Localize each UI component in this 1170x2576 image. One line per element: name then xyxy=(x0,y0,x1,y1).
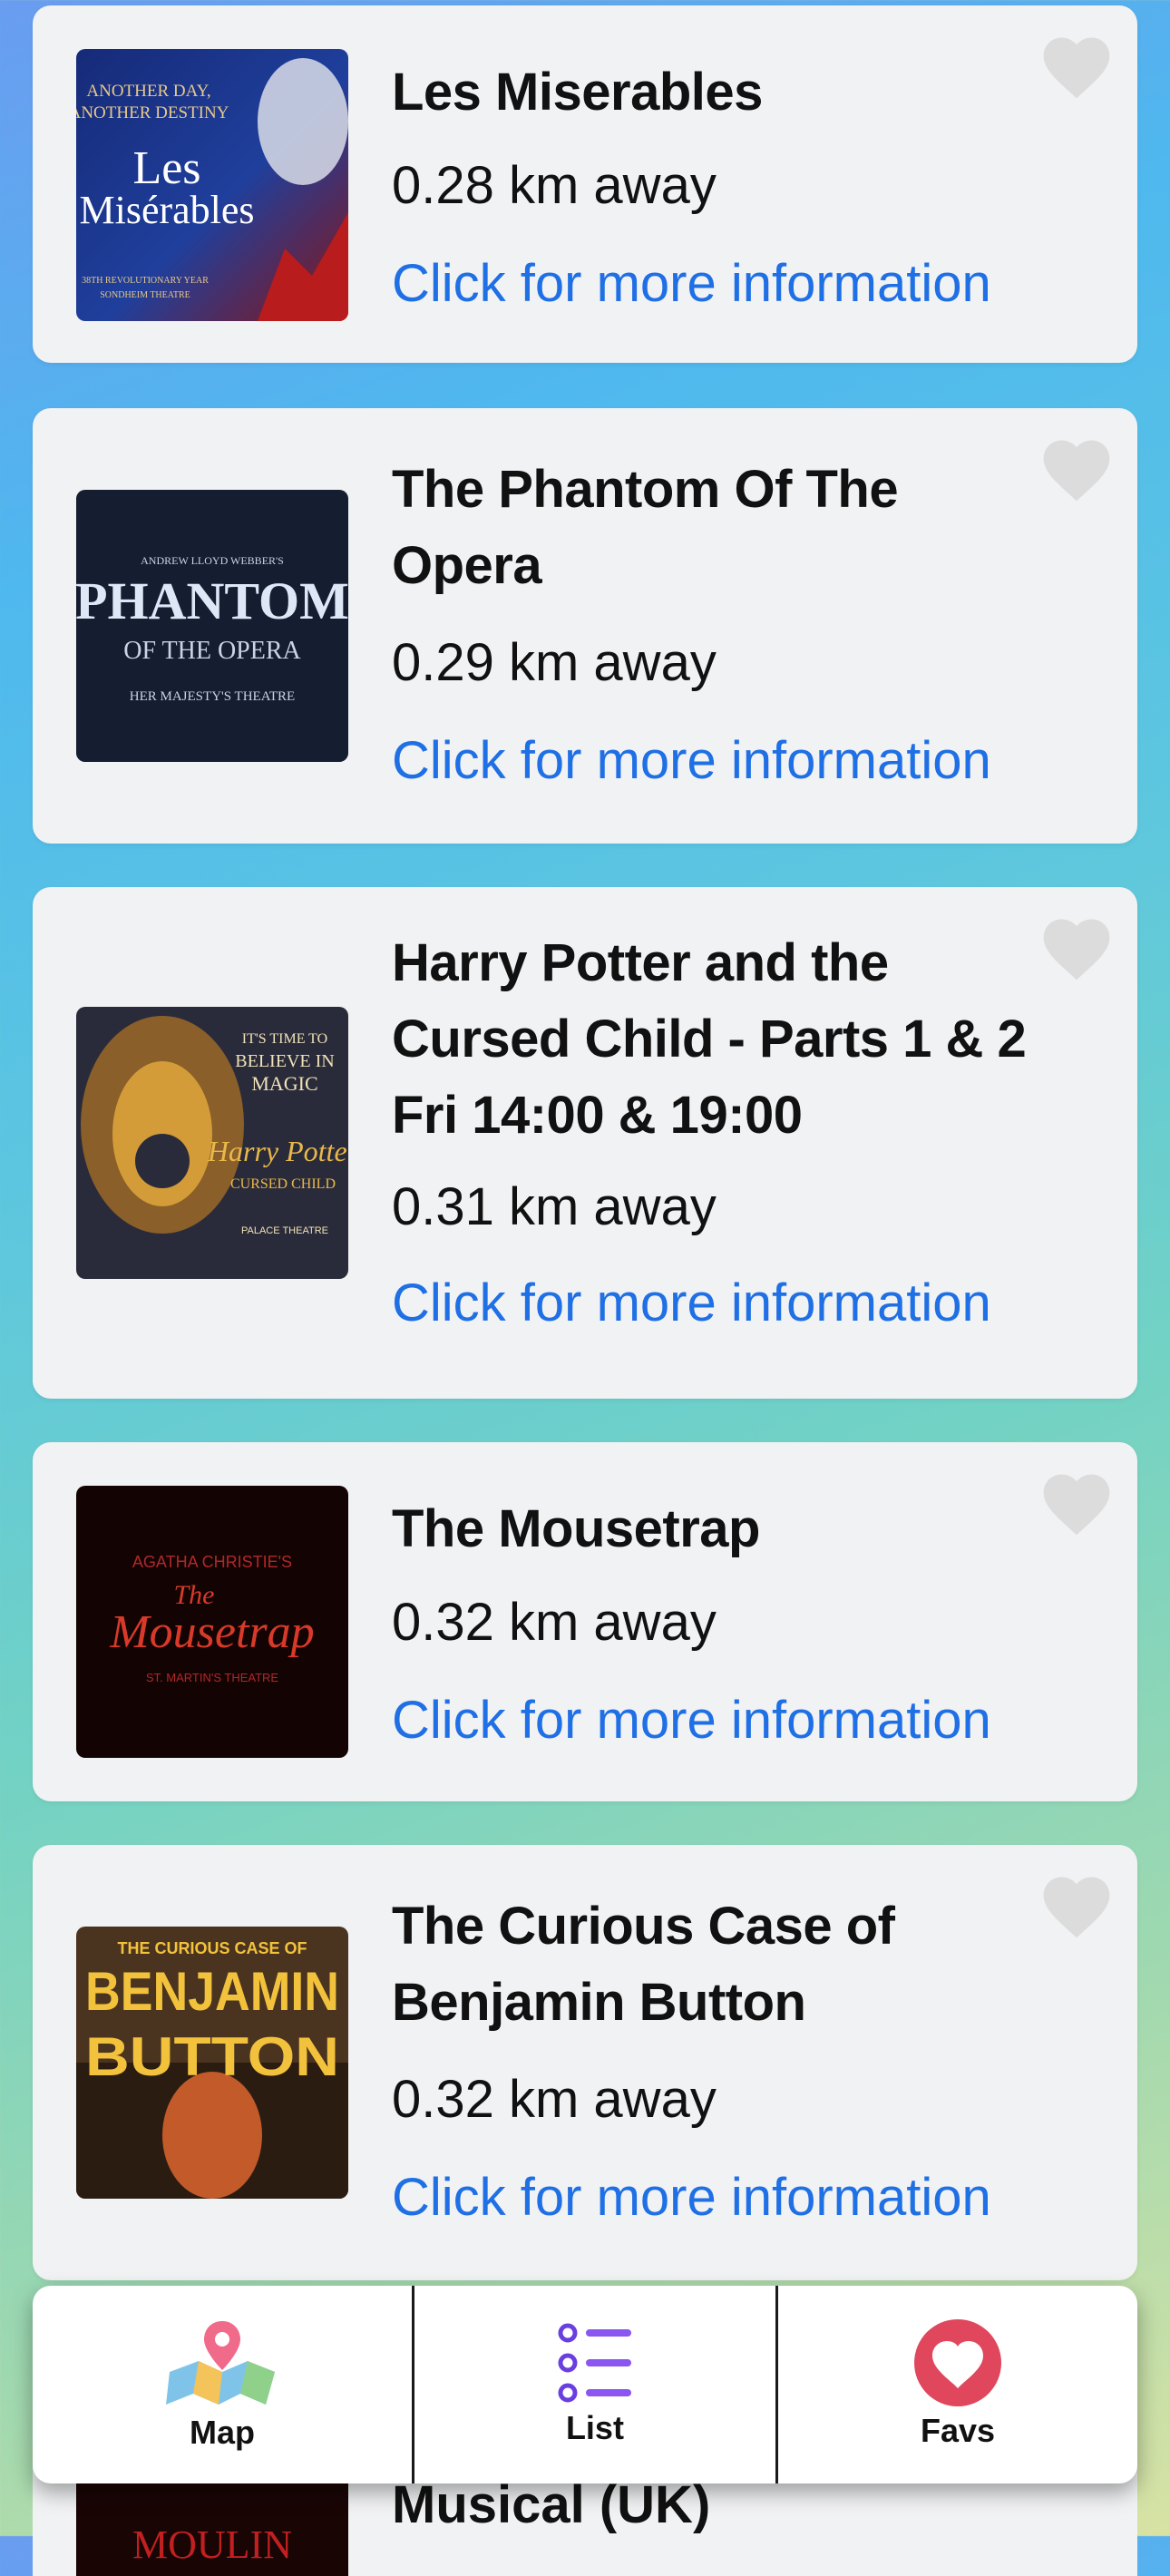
poster-text: OF THE OPERA xyxy=(123,637,301,665)
tab-favs-label: Favs xyxy=(920,2412,996,2449)
poster-text: 38TH REVOLUTIONARY YEAR xyxy=(82,276,209,286)
tab-map[interactable]: Map xyxy=(33,2286,412,2483)
poster-text: HER MAJESTY'S THEATRE xyxy=(130,689,295,704)
poster-text: CURSED CHILD xyxy=(230,1176,336,1192)
poster-text: ANOTHER DAY, xyxy=(86,82,210,101)
more-info-link[interactable]: Click for more information xyxy=(392,1689,991,1752)
show-poster: ANDREW LLOYD WEBBER'S PHANTOM OF THE OPE… xyxy=(76,490,348,762)
poster-text: AGATHA CHRISTIE'S xyxy=(132,1553,292,1571)
show-distance: 0.32 km away xyxy=(392,1593,717,1652)
favs-heart-icon xyxy=(913,2319,1001,2406)
show-distance: 0.32 km away xyxy=(392,2070,717,2129)
tab-list-label: List xyxy=(565,2409,624,2446)
favorite-heart-icon[interactable] xyxy=(1036,1869,1117,1941)
poster-text: Les xyxy=(132,142,200,194)
show-distance: 0.31 km away xyxy=(392,1177,717,1236)
list-icon xyxy=(558,2323,631,2403)
show-card: IT'S TIME TO BELIEVE IN MAGIC Harry Pott… xyxy=(33,887,1137,1399)
show-distance: 0.28 km away xyxy=(392,156,717,215)
show-poster: ANOTHER DAY, ANOTHER DESTINY Les Misérab… xyxy=(76,49,348,321)
show-title: Les Miserables xyxy=(392,63,763,122)
poster-text: Mousetrap xyxy=(109,1606,314,1658)
tab-list[interactable]: List xyxy=(411,2286,775,2483)
show-card: THE CURIOUS CASE OF BENJAMIN BUTTON The … xyxy=(33,1845,1137,2280)
bottom-tab-bar: Map List Favs xyxy=(33,2286,1137,2483)
poster-text: MAGIC xyxy=(251,1072,317,1095)
favorite-heart-icon[interactable] xyxy=(1036,432,1117,504)
poster-text: BUTTON xyxy=(85,2026,339,2087)
poster-text: ANOTHER DESTINY xyxy=(76,103,229,122)
show-card: ANDREW LLOYD WEBBER'S PHANTOM OF THE OPE… xyxy=(33,408,1137,844)
poster-text: THE CURIOUS CASE OF xyxy=(117,1939,307,1957)
show-poster: MOULIN xyxy=(76,2476,348,2576)
poster-text: ANDREW LLOYD WEBBER'S xyxy=(141,554,284,567)
poster-text: PALACE THEATRE xyxy=(241,1225,328,1236)
show-title: The Phantom Of The Opera xyxy=(392,460,899,595)
more-info-link[interactable]: Click for more information xyxy=(392,729,991,793)
poster-text: ST. MARTIN'S THEATRE xyxy=(146,1671,279,1684)
tab-favs[interactable]: Favs xyxy=(775,2286,1137,2483)
favorite-heart-icon[interactable] xyxy=(1036,1466,1117,1538)
show-title: The Curious Case of Benjamin Button xyxy=(392,1897,895,2032)
poster-text: BENJAMIN xyxy=(85,1961,339,2022)
map-icon xyxy=(165,2321,275,2405)
poster-text: SONDHEIM THEATRE xyxy=(100,290,190,300)
favorite-heart-icon[interactable] xyxy=(1036,29,1117,102)
favorite-heart-icon[interactable] xyxy=(1036,911,1117,983)
more-info-link[interactable]: Click for more information xyxy=(392,2166,991,2230)
show-card: ANOTHER DAY, ANOTHER DESTINY Les Misérab… xyxy=(33,5,1137,363)
show-distance: 0.29 km away xyxy=(392,633,717,692)
poster-text: MOULIN xyxy=(132,2522,292,2567)
poster-text: BELIEVE IN xyxy=(235,1051,334,1071)
poster-text: PHANTOM xyxy=(76,571,348,630)
poster-text: Harry Potter xyxy=(207,1135,348,1167)
show-poster: THE CURIOUS CASE OF BENJAMIN BUTTON xyxy=(76,1927,348,2199)
show-title: Harry Potter and the Cursed Child - Part… xyxy=(392,933,1027,1145)
poster-text: IT'S TIME TO xyxy=(242,1031,327,1047)
show-poster: AGATHA CHRISTIE'S The Mousetrap ST. MART… xyxy=(76,1486,348,1758)
poster-text: Misérables xyxy=(79,188,254,232)
more-info-link[interactable]: Click for more information xyxy=(392,1272,991,1335)
show-card: AGATHA CHRISTIE'S The Mousetrap ST. MART… xyxy=(33,1442,1137,1801)
show-title: The Mousetrap xyxy=(392,1499,761,1558)
show-poster: IT'S TIME TO BELIEVE IN MAGIC Harry Pott… xyxy=(76,1007,348,1279)
show-title: Musical (UK) xyxy=(392,2475,711,2534)
tab-map-label: Map xyxy=(189,2414,255,2451)
more-info-link[interactable]: Click for more information xyxy=(392,252,991,316)
